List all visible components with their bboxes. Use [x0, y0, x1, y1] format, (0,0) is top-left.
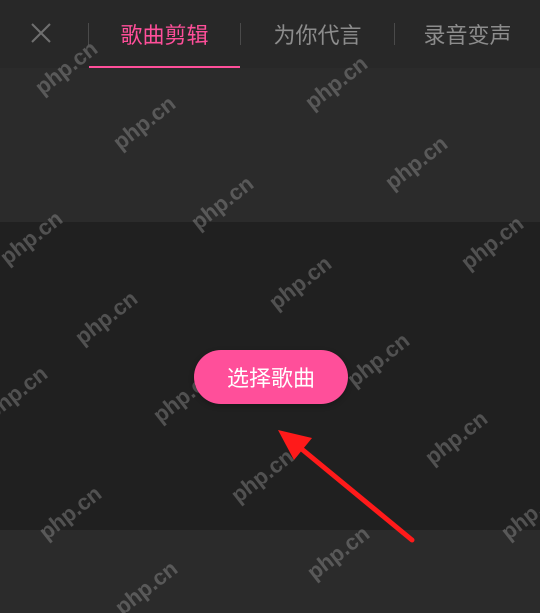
- tab-bar: 歌曲剪辑 为你代言 录音变声: [88, 0, 540, 68]
- close-icon: [31, 23, 51, 43]
- tab-voice-change[interactable]: 录音变声: [395, 0, 540, 68]
- tab-endorse[interactable]: 为你代言: [241, 0, 394, 68]
- preview-panel: [0, 68, 540, 222]
- select-song-button[interactable]: 选择歌曲: [194, 350, 348, 404]
- top-bar: 歌曲剪辑 为你代言 录音变声: [0, 0, 540, 68]
- tab-song-clip[interactable]: 歌曲剪辑: [89, 0, 240, 68]
- footer-panel: [0, 530, 540, 613]
- close-button[interactable]: [24, 16, 58, 50]
